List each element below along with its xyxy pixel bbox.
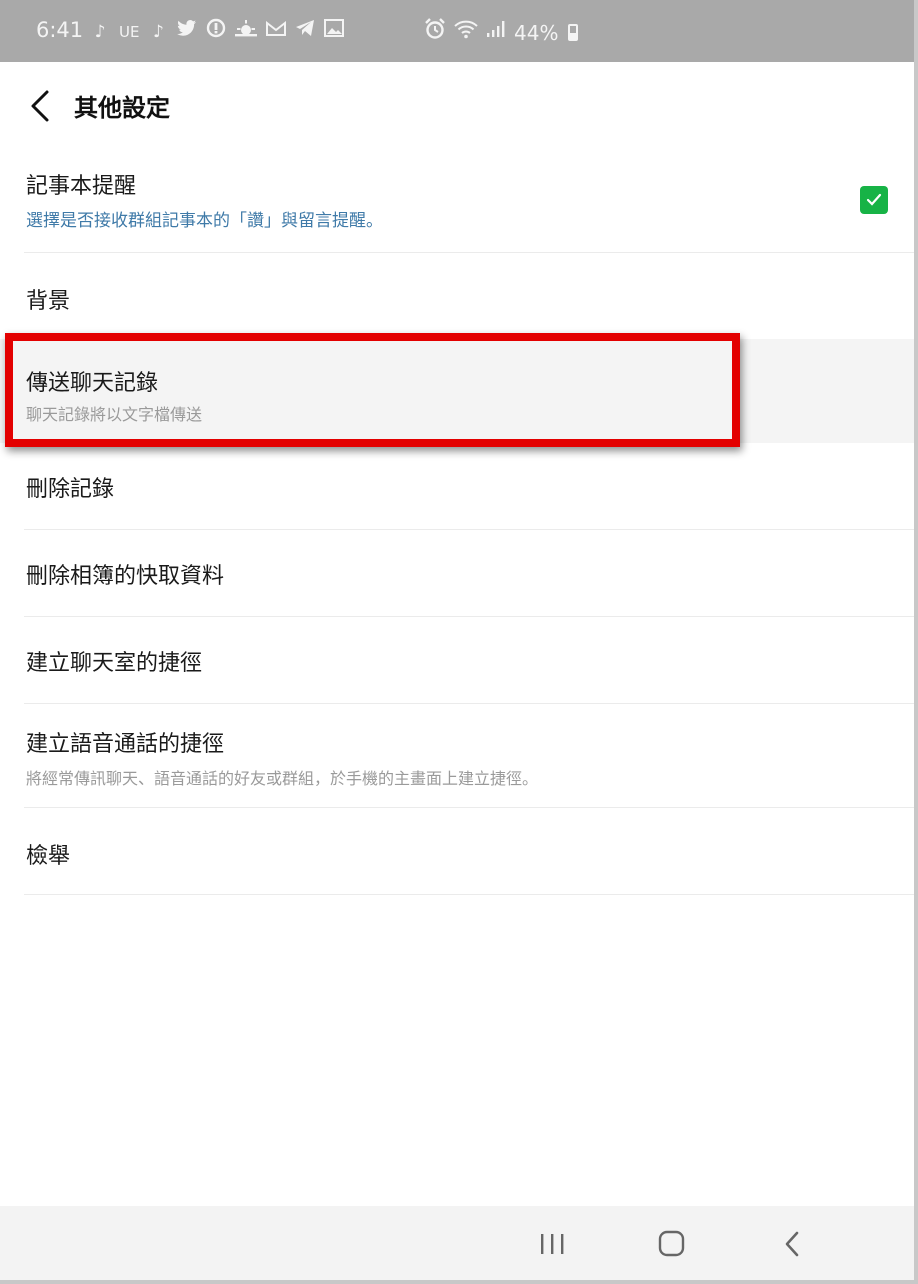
setting-chat-shortcut[interactable]: 建立聊天室的捷徑	[0, 617, 914, 704]
check-icon	[866, 193, 882, 206]
setting-subtitle: 聊天記錄將以文字檔傳送	[26, 405, 203, 424]
battery-percentage: 44%	[514, 20, 559, 45]
home-icon	[658, 1230, 685, 1257]
system-icons: 44%	[424, 18, 579, 47]
notification-icon	[206, 18, 226, 45]
setting-note-notification[interactable]: 記事本提醒 選擇是否接收群組記事本的「讚」與留言提醒。	[0, 148, 914, 253]
setting-title: 傳送聊天記錄	[26, 371, 159, 396]
note-notification-checkbox[interactable]	[860, 186, 888, 214]
status-time: 6:41	[36, 18, 84, 42]
divider	[24, 894, 914, 895]
weather-icon	[235, 19, 258, 44]
setting-background[interactable]: 背景	[0, 253, 914, 339]
setting-export-chat-history[interactable]: 傳送聊天記錄 聊天記錄將以文字檔傳送	[0, 339, 914, 443]
ue-icon: UE	[119, 22, 140, 41]
navigation-bar	[0, 1206, 914, 1280]
telegram-icon	[295, 19, 315, 44]
notification-icons: ♪ UE ♪	[90, 18, 345, 45]
recent-apps-icon	[541, 1234, 564, 1254]
wifi-icon	[454, 19, 478, 46]
setting-title: 背景	[26, 289, 71, 314]
setting-title: 刪除相簿的快取資料	[26, 564, 225, 589]
battery-icon	[568, 24, 579, 41]
setting-title: 記事本提醒	[26, 174, 137, 199]
setting-title: 建立聊天室的捷徑	[26, 651, 203, 676]
setting-title: 檢舉	[26, 844, 71, 869]
tiktok-icon: ♪	[153, 21, 164, 42]
setting-clear-album-cache[interactable]: 刪除相簿的快取資料	[0, 530, 914, 617]
nav-back-button[interactable]	[778, 1230, 808, 1258]
twitter-icon	[177, 19, 197, 44]
recent-apps-button[interactable]	[538, 1230, 568, 1258]
back-button[interactable]	[26, 88, 58, 124]
screen: 6:41 ♪ UE ♪ 44% 其他設定 記事本提醒 選擇是否接收群組記事本的「…	[0, 0, 918, 1284]
setting-title: 刪除記錄	[26, 477, 115, 502]
mail-icon	[266, 20, 287, 44]
setting-report[interactable]: 檢舉	[0, 808, 914, 895]
chevron-left-icon	[31, 90, 49, 122]
setting-subtitle: 選擇是否接收群組記事本的「讚」與留言提醒。	[26, 211, 383, 231]
setting-delete-history[interactable]: 刪除記錄	[0, 443, 914, 530]
home-button[interactable]	[657, 1230, 687, 1258]
alarm-icon	[424, 18, 446, 47]
setting-title: 建立語音通話的捷徑	[26, 732, 225, 757]
status-bar: 6:41 ♪ UE ♪ 44%	[0, 0, 914, 62]
image-icon	[324, 19, 345, 44]
setting-subtitle: 將經常傳訊聊天、語音通話的好友或群組，於手機的主畫面上建立捷徑。	[26, 769, 539, 788]
app-header: 其他設定	[0, 62, 914, 148]
back-icon	[785, 1231, 799, 1257]
setting-voice-call-shortcut[interactable]: 建立語音通話的捷徑 將經常傳訊聊天、語音通話的好友或群組，於手機的主畫面上建立捷…	[0, 704, 914, 808]
signal-icon	[486, 20, 506, 45]
settings-list: 記事本提醒 選擇是否接收群組記事本的「讚」與留言提醒。 背景 傳送聊天記錄 聊天…	[0, 148, 914, 895]
page-title: 其他設定	[74, 94, 170, 122]
tiktok-icon: ♪	[94, 21, 106, 42]
